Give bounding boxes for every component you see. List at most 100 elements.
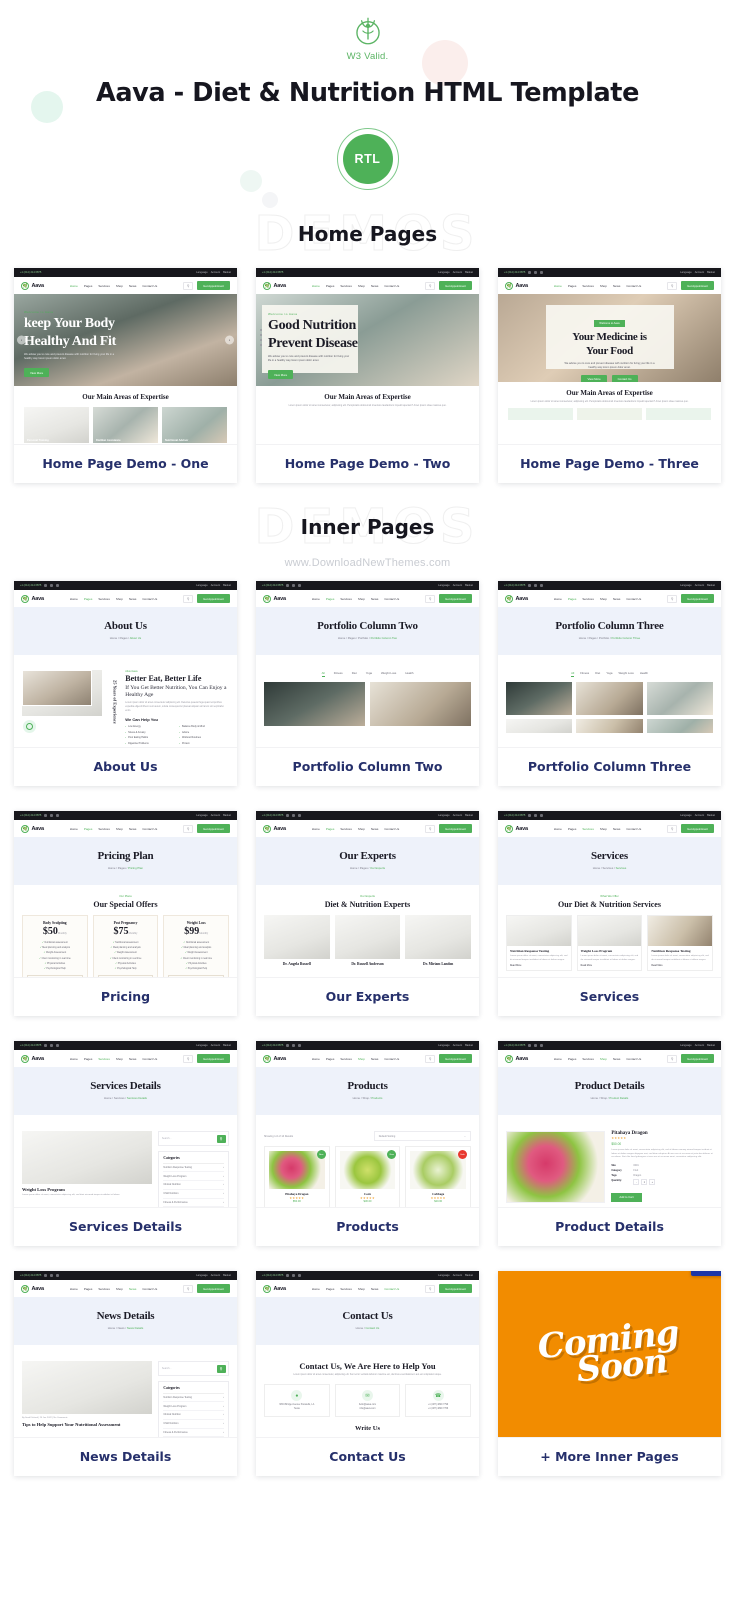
nav-item-contact[interactable]: Contact Us [142,597,157,601]
get-appointment-button[interactable]: Get Appointment [197,824,230,833]
topbar-language[interactable]: Language [438,584,450,587]
get-appointment-button[interactable]: Get Appointment [681,281,714,290]
nav-item-contact[interactable]: Contact Us [626,597,641,601]
contact-line[interactable]: hello@aava.com [359,1404,376,1406]
topbar-language[interactable]: Language [438,1044,450,1047]
social-icon-facebook[interactable] [286,1044,290,1047]
sort-select[interactable]: Default Sorting ⌄ [373,1131,471,1141]
filter-weight-loss[interactable]: Weight Loss [618,671,633,677]
topbar-account[interactable]: Account [695,814,704,817]
expertise-item[interactable]: Personal Training [24,407,89,443]
nav-item-home[interactable]: Home [312,284,320,288]
topbar-language[interactable]: Language [196,1274,208,1277]
nav-item-services[interactable]: Services [98,1287,110,1291]
topbar-language[interactable]: Language [438,814,450,817]
brand-logo[interactable]: 🌿 Aava [21,594,44,603]
nav-item-services[interactable]: Services [98,597,110,601]
nav-item-contact[interactable]: Contact Us [626,1057,641,1061]
nav-item-pages[interactable]: Pages [326,284,335,288]
category-item[interactable]: Weight Loss Program › [163,1172,224,1182]
nav-item-news[interactable]: News [613,597,621,601]
search-icon[interactable]: ⚲ [183,1054,194,1063]
nav-item-shop[interactable]: Shop [116,827,123,831]
nav-item-services[interactable]: Services [98,284,110,288]
nav-item-shop[interactable]: Shop [116,597,123,601]
topbar-basket[interactable]: Basket [707,271,715,274]
nav-item-home[interactable]: Home [70,284,78,288]
social-icon-instagram[interactable] [292,1274,296,1277]
social-icon-facebook[interactable] [44,1274,48,1277]
search-icon[interactable]: ⚲ [425,281,436,290]
social-icon-facebook[interactable] [528,814,532,817]
plan-book-button[interactable]: Book Now [168,974,225,977]
topbar-basket[interactable]: Basket [223,271,231,274]
social-icon-linkedin[interactable] [540,1044,544,1047]
topbar-account[interactable]: Account [453,584,462,587]
portfolio-item[interactable] [576,682,643,715]
expertise-item[interactable] [508,407,573,420]
nav-item-news[interactable]: News [129,1057,137,1061]
nav-item-shop[interactable]: Shop [116,284,123,288]
filter-all[interactable]: All [571,671,575,677]
expertise-item[interactable]: Nutritional Advisor [162,407,227,443]
qty-increment-button[interactable]: + [649,1179,656,1186]
nav-item-contact[interactable]: Contact Us [384,1287,399,1291]
inner-card-about-us[interactable]: +1 (214) 214 6875 Language Account Basket … [14,581,237,786]
service-card[interactable]: Nutrition Response Testing Lorem ipsum d… [647,915,713,972]
nav-item-contact[interactable]: Contact Us [142,284,157,288]
breadcrumb-item[interactable]: News [118,1326,125,1330]
nav-item-home[interactable]: Home [554,827,562,831]
category-item[interactable]: Nutrition Response Testing › [163,1394,224,1403]
nav-item-news[interactable]: News [613,827,621,831]
get-appointment-button[interactable]: Get Appointment [439,1284,472,1293]
filter-health[interactable]: Health [405,671,413,677]
social-icon-instagram[interactable] [50,814,54,817]
nav-item-shop[interactable]: Shop [600,1057,607,1061]
product-card[interactable]: New Corn ★★★★★ $30.00 [334,1146,401,1207]
nav-item-home[interactable]: Home [554,284,562,288]
social-icon-linkedin[interactable] [540,271,544,274]
topbar-account[interactable]: Account [453,1274,462,1277]
inner-card-coming-soon[interactable]: New Coming Soon + More Inner Pages [498,1271,721,1476]
brand-logo[interactable]: 🌿 Aava [21,1054,44,1063]
social-icon-linkedin[interactable] [298,1044,302,1047]
filter-yoga[interactable]: Yoga [606,671,612,677]
social-icon-facebook[interactable] [44,584,48,587]
get-appointment-button[interactable]: Get Appointment [197,594,230,603]
category-item[interactable]: Fitness & Performance › [163,1429,224,1437]
brand-logo[interactable]: 🌿 Aava [21,281,44,290]
inner-card-portfolio-two[interactable]: +1 (214) 214 6875 Language Account Basket … [256,581,479,786]
breadcrumb-item[interactable]: Shop [362,1096,369,1100]
service-card[interactable]: Nutrition Response Testing Lorem ipsum d… [506,915,572,972]
topbar-account[interactable]: Account [211,1044,220,1047]
expert-card[interactable]: Dr. Angela Russell [264,915,330,966]
search-icon[interactable]: ⚲ [425,824,436,833]
contact-line[interactable]: info@aava.com [359,1408,375,1410]
social-icon-instagram[interactable] [292,584,296,587]
search-icon[interactable]: ⚲ [183,281,194,290]
topbar-basket[interactable]: Basket [465,271,473,274]
product-card[interactable]: Sale Cabbage ★★★★★ $20.00 [405,1146,471,1207]
topbar-language[interactable]: Language [196,1044,208,1047]
pricing-plan[interactable]: Body Sculpting $50Monthly Nutritional as… [22,915,88,977]
nav-item-pages[interactable]: Pages [568,827,577,831]
nav-item-shop[interactable]: Shop [116,1287,123,1291]
brand-logo[interactable]: 🌿 Aava [21,1284,44,1293]
social-icon-instagram[interactable] [50,1044,54,1047]
nav-item-home[interactable]: Home [312,1057,320,1061]
portfolio-item[interactable] [576,719,643,733]
breadcrumb-item[interactable]: Portfolio [599,636,609,640]
nav-item-pages[interactable]: Pages [84,597,93,601]
breadcrumb-item[interactable]: Pages [120,636,128,640]
topbar-language[interactable]: Language [680,271,692,274]
hero-button-contact[interactable]: Contact Us [611,374,638,382]
topbar-account[interactable]: Account [211,584,220,587]
nav-item-shop[interactable]: Shop [358,827,365,831]
topbar-basket[interactable]: Basket [707,814,715,817]
nav-item-news[interactable]: News [613,284,621,288]
social-icon-linkedin[interactable] [56,814,60,817]
social-icon-facebook[interactable] [286,1274,290,1277]
inner-card-our-experts[interactable]: +1 (214) 214 6875 Language Account Basket … [256,811,479,1016]
slider-dots[interactable] [260,328,262,346]
breadcrumb-item[interactable]: Services [603,866,614,870]
